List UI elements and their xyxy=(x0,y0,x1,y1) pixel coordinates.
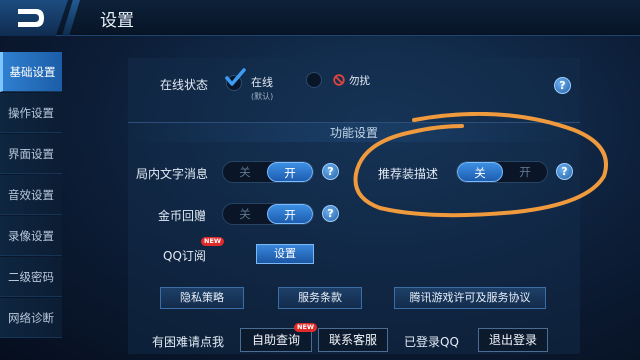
logout-button[interactable]: 退出登录 xyxy=(478,328,548,352)
sidebar-item-basic-settings[interactable]: 基础设置 xyxy=(0,52,62,92)
terms-of-service-link[interactable]: 服务条款 xyxy=(278,287,362,309)
dnd-checkbox[interactable] xyxy=(306,72,322,88)
toggle-off-option[interactable]: 关 xyxy=(223,162,267,182)
qq-subscribe-label: QQ订阅 xyxy=(163,249,206,263)
in-game-text-toggle[interactable]: 关 开 xyxy=(222,161,314,183)
login-status-text: 已登录QQ xyxy=(404,335,459,349)
sidebar: 基础设置 操作设置 界面设置 音效设置 录像设置 二级密码 网络诊断 xyxy=(0,52,62,339)
sidebar-item-network-diagnosis[interactable]: 网络诊断 xyxy=(0,298,62,338)
sidebar-item-interface[interactable]: 界面设置 xyxy=(0,134,62,174)
back-button[interactable] xyxy=(0,0,68,36)
toggle-off-option[interactable]: 关 xyxy=(223,204,267,224)
privacy-policy-link[interactable]: 隐私策略 xyxy=(160,287,244,309)
new-badge: NEW xyxy=(201,237,225,246)
qq-subscribe-settings-button[interactable]: 设置 xyxy=(256,244,314,264)
online-label: 在线 xyxy=(251,76,273,89)
dnd-option[interactable]: 勿扰 xyxy=(306,70,376,90)
contact-support-button[interactable]: 联系客服 xyxy=(318,328,388,352)
no-entry-icon xyxy=(333,74,345,86)
toggle-on-option[interactable]: 开 xyxy=(267,162,313,182)
online-status-label: 在线状态 xyxy=(160,78,209,92)
help-icon[interactable]: ? xyxy=(322,163,339,180)
page-title: 设置 xyxy=(100,11,134,31)
sidebar-item-replay[interactable]: 录像设置 xyxy=(0,216,62,256)
online-default-note: (默认) xyxy=(251,92,274,101)
annotation-circle xyxy=(353,112,608,218)
gold-gift-toggle[interactable]: 关 开 xyxy=(222,203,314,225)
help-prompt-text: 有困难请点我 xyxy=(152,335,225,349)
sidebar-item-secondary-password[interactable]: 二级密码 xyxy=(0,257,62,297)
in-game-text-label: 局内文字消息 xyxy=(136,167,209,181)
license-agreement-link[interactable]: 腾讯游戏许可及服务协议 xyxy=(394,287,546,309)
sidebar-item-controls[interactable]: 操作设置 xyxy=(0,93,62,133)
sidebar-item-audio[interactable]: 音效设置 xyxy=(0,175,62,215)
help-icon[interactable]: ? xyxy=(554,77,571,94)
back-arrow-icon xyxy=(18,9,44,27)
dnd-label: 勿扰 xyxy=(349,75,370,87)
help-icon[interactable]: ? xyxy=(322,205,339,222)
online-option[interactable]: 在线 (默认) xyxy=(224,68,284,102)
toggle-on-option[interactable]: 开 xyxy=(267,204,313,224)
top-bar: 设置 xyxy=(0,0,640,36)
new-badge: NEW xyxy=(294,323,318,332)
gold-gift-label: 金币回赠 xyxy=(158,209,207,223)
checkmark-icon xyxy=(225,68,246,86)
